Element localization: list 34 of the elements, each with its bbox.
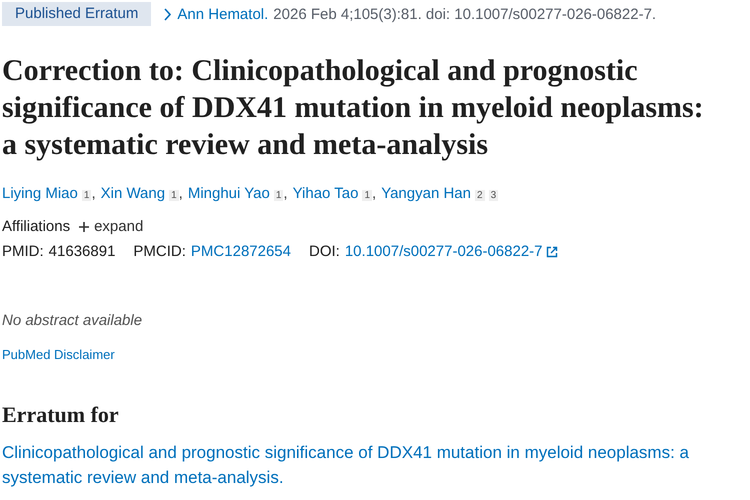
article-title: Correction to: Clinicopathological and prognostic significance of DDX41 mutation in myeloid neoplasms: a systematic review and meta-analysis: [2, 53, 705, 163]
separator: ,: [91, 185, 96, 202]
affiliations-label: Affiliations: [2, 218, 70, 235]
separator: ,: [283, 185, 288, 202]
citation-details: 2026 Feb 4;105(3):81. doi: 10.1007/s00277-026-06822-7.: [273, 6, 656, 22]
author-link[interactable]: Minghui Yao: [188, 185, 270, 202]
pmid-label: PMID:: [2, 243, 44, 260]
separator: ,: [372, 185, 376, 202]
disclaimer-link[interactable]: PubMed Disclaimer: [2, 347, 115, 362]
expand-toggle[interactable]: expand: [78, 218, 144, 235]
author-link[interactable]: Yihao Tao: [292, 185, 358, 202]
separator: ,: [178, 185, 183, 202]
pmcid-link[interactable]: PMC12872654: [190, 243, 291, 260]
affiliation-ref[interactable]: 1: [274, 190, 284, 201]
doi-label: DOI:: [309, 243, 340, 260]
affiliation-ref[interactable]: 3: [488, 190, 498, 201]
affiliation-ref[interactable]: 1: [362, 190, 372, 201]
chevron-right-icon: [163, 8, 172, 20]
affiliation-ref[interactable]: 1: [82, 190, 92, 201]
doi-link[interactable]: 10.1007/s00277-026-06822-7: [344, 243, 543, 260]
pmcid-label: PMCID:: [133, 243, 186, 260]
erratum-heading: Erratum for: [2, 402, 120, 428]
no-abstract-note: No abstract available: [2, 312, 144, 329]
affiliation-ref[interactable]: 2: [475, 190, 485, 201]
author-link[interactable]: Liying Miao: [2, 185, 78, 202]
affiliation-ref[interactable]: 1: [169, 190, 179, 201]
external-link-icon: [546, 246, 558, 258]
plus-icon: [78, 220, 90, 232]
journal-link[interactable]: Ann Hematol.: [177, 6, 268, 22]
article-type-badge: Published Erratum: [2, 2, 152, 26]
pmid-value: 41636891: [48, 243, 116, 260]
author-link[interactable]: Yangyan Han: [381, 185, 471, 202]
erratum-article-link[interactable]: Clinicopathological and prognostic significance of DDX41 mutation in myeloid neoplasms: a systematic review and meta-analysis.: [2, 440, 748, 490]
author-link[interactable]: Xin Wang: [100, 185, 166, 202]
